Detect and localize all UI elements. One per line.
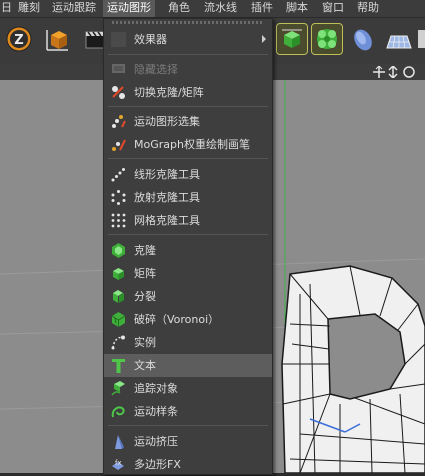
- menu-item-label: 文本: [134, 359, 156, 372]
- menu-item-label: 隐藏选择: [134, 63, 178, 76]
- voronoi-fracture-icon: [110, 311, 127, 328]
- menu-item-mograph-selection[interactable]: 运动图形选集: [104, 110, 272, 133]
- menu-tearoff-handle[interactable]: [112, 21, 262, 24]
- menu-item-label: 运动挤压: [134, 435, 178, 448]
- menu-window[interactable]: 窗口: [322, 0, 344, 17]
- svg-text:fx: fx: [115, 459, 122, 467]
- cube-axis-icon[interactable]: [42, 24, 72, 54]
- instance-icon: [110, 334, 127, 351]
- menu-item-label: 克隆: [134, 244, 156, 257]
- menu-item-hide-selection[interactable]: 隐藏选择: [104, 58, 272, 81]
- fracture-icon: [110, 288, 127, 305]
- menu-sculpt[interactable]: 雕刻: [18, 0, 40, 17]
- menu-item-partial[interactable]: 日: [1, 0, 12, 17]
- toggle-clone-matrix-icon: [110, 84, 127, 101]
- menu-plugins[interactable]: 插件: [251, 0, 273, 17]
- menu-item-voronoi-fracture[interactable]: 破碎（Voronoi）: [104, 308, 272, 331]
- menu-pipeline[interactable]: 流水线: [204, 0, 237, 17]
- menu-item-effectors[interactable]: 效果器: [104, 28, 272, 51]
- effector-submenu-icon: [110, 31, 127, 48]
- grid-clone-icon: [110, 212, 127, 229]
- hide-selection-icon: [110, 61, 127, 78]
- menu-item-label: 实例: [134, 336, 156, 349]
- text-icon: [110, 357, 127, 374]
- menu-item-label: 追踪对象: [134, 382, 178, 395]
- weight-paint-brush-icon: [110, 136, 127, 153]
- menu-item-mospline[interactable]: 运动样条: [104, 400, 272, 423]
- menu-help[interactable]: 帮助: [357, 0, 379, 17]
- menu-script[interactable]: 脚本: [286, 0, 308, 17]
- menu-item-label: 运动样条: [134, 405, 178, 418]
- mograph-selection-icon: [110, 113, 127, 130]
- menu-item-label: 放射克隆工具: [134, 191, 200, 204]
- menu-item-label: 线形克隆工具: [134, 168, 200, 181]
- menu-item-label: 切换克隆/矩阵: [134, 86, 204, 99]
- menu-bar: 日 雕刻 运动跟踪 运动图形 角色 流水线 插件 脚本 窗口 帮助: [0, 0, 425, 18]
- svg-text:Z: Z: [14, 33, 23, 48]
- menu-separator: [108, 54, 268, 55]
- menu-item-toggle-clone-matrix[interactable]: 切换克隆/矩阵: [104, 81, 272, 104]
- menu-item-label: 矩阵: [134, 267, 156, 280]
- menu-item-linear-clone-tool[interactable]: 线形克隆工具: [104, 163, 272, 186]
- menu-item-label: 网格克隆工具: [134, 214, 200, 227]
- moextrude-icon: [110, 433, 127, 450]
- toolbar-overflow-icon: [418, 24, 425, 54]
- letter-p-mesh: [281, 265, 425, 473]
- menu-item-label: 效果器: [134, 33, 167, 46]
- menu-item-tracer[interactable]: 追踪对象: [104, 377, 272, 400]
- menu-mograph[interactable]: 运动图形: [103, 0, 155, 17]
- subdivision-green-icon[interactable]: [311, 23, 343, 55]
- menu-character[interactable]: 角色: [168, 0, 190, 17]
- mograph-dropdown-menu: 效果器 隐藏选择 切换克隆/矩阵 运动图形选集 MoGraph权重绘制画笔 线形…: [103, 18, 273, 475]
- menu-item-cloner[interactable]: 克隆: [104, 239, 272, 262]
- menu-item-weight-paint-brush[interactable]: MoGraph权重绘制画笔: [104, 133, 272, 156]
- menu-item-label: 破碎（Voronoi）: [134, 313, 220, 326]
- menu-separator: [108, 158, 268, 159]
- floor-grid-icon[interactable]: [384, 24, 414, 54]
- menu-separator: [108, 425, 268, 426]
- menu-item-label: 分裂: [134, 290, 156, 303]
- mospline-icon: [110, 403, 127, 420]
- polyfx-icon: fx: [110, 456, 127, 473]
- menu-item-text[interactable]: 文本: [104, 354, 272, 377]
- menu-item-label: MoGraph权重绘制画笔: [134, 138, 250, 151]
- menu-item-instance[interactable]: 实例: [104, 331, 272, 354]
- submenu-arrow-icon: [262, 35, 266, 43]
- cube-green-icon[interactable]: [276, 23, 308, 55]
- cloner-icon: [110, 242, 127, 259]
- menu-item-fracture[interactable]: 分裂: [104, 285, 272, 308]
- menu-separator: [108, 106, 268, 107]
- viewport-nav-icons[interactable]: [373, 64, 417, 81]
- menu-motion-tracking[interactable]: 运动跟踪: [52, 0, 96, 17]
- linear-clone-icon: [110, 166, 127, 183]
- menu-item-matrix[interactable]: 矩阵: [104, 262, 272, 285]
- snap-z-icon[interactable]: Z: [4, 24, 34, 54]
- tracer-icon: [110, 380, 127, 397]
- menu-item-label: 运动图形选集: [134, 115, 200, 128]
- matrix-icon: [110, 265, 127, 282]
- menu-item-moextrude[interactable]: 运动挤压: [104, 430, 272, 453]
- menu-separator: [108, 234, 268, 235]
- menu-item-radial-clone-tool[interactable]: 放射克隆工具: [104, 186, 272, 209]
- deformer-blue-icon[interactable]: [348, 24, 378, 54]
- menu-item-grid-clone-tool[interactable]: 网格克隆工具: [104, 209, 272, 232]
- radial-clone-icon: [110, 189, 127, 206]
